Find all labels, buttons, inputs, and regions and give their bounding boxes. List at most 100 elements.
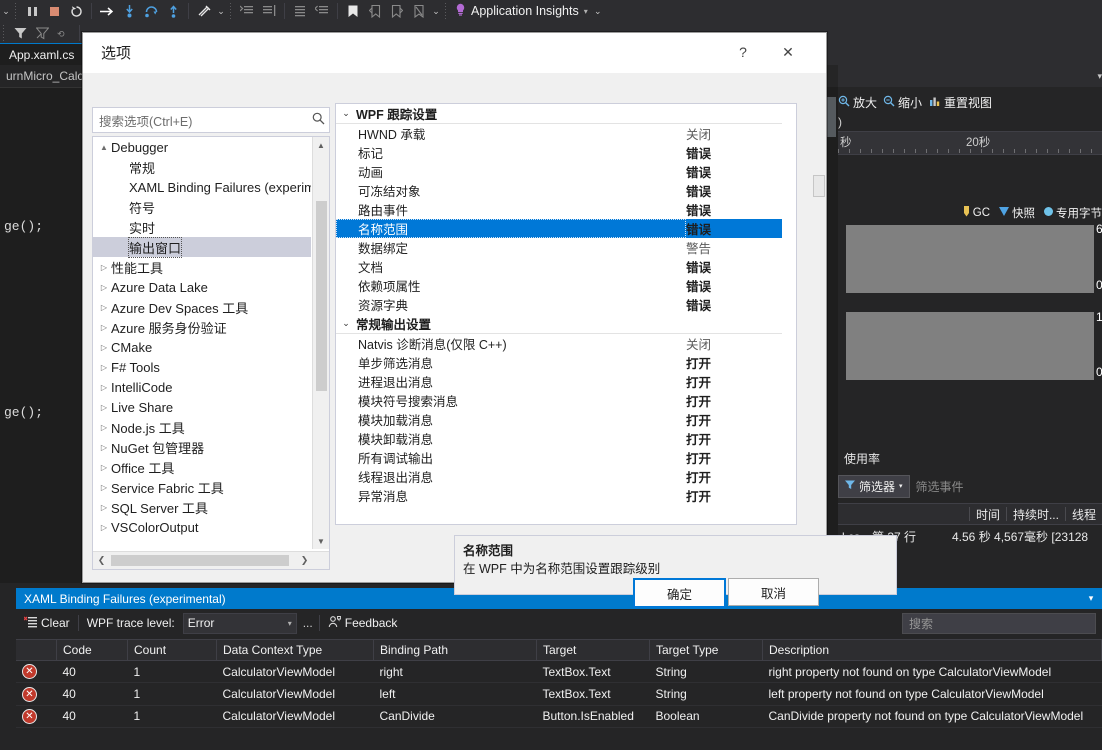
- tree-item[interactable]: ▷ IntelliCode: [93, 377, 311, 397]
- expand-arrow-closed-icon[interactable]: ▷: [97, 483, 111, 492]
- option-value[interactable]: 关闭: [686, 334, 796, 353]
- column-target-type[interactable]: Target Type: [649, 639, 763, 661]
- dialog-splitter-handle[interactable]: [813, 175, 825, 197]
- restart-icon[interactable]: [65, 1, 87, 21]
- expand-arrow-closed-icon[interactable]: ▷: [97, 383, 111, 392]
- column-data-context-type[interactable]: Data Context Type: [216, 639, 374, 661]
- chevron-down-icon[interactable]: ⌄: [336, 108, 356, 119]
- scrollbar-thumb[interactable]: [111, 555, 289, 566]
- toolbar-overflow-icon[interactable]: ⌄: [430, 6, 442, 17]
- expand-arrow-closed-icon[interactable]: ▷: [97, 323, 111, 332]
- toolbar-grip[interactable]: [229, 3, 234, 19]
- zoom-out-button[interactable]: 缩小: [883, 94, 922, 111]
- toolbar-grip[interactable]: [444, 3, 449, 19]
- option-value[interactable]: 错误: [686, 276, 796, 295]
- output-window-options-pane[interactable]: ⌄ WPF 跟踪设置 HWND 承载 关闭 标记 错误 动画 错误 可冻结对象 错误 路由事件 错误名…: [335, 103, 797, 525]
- zoom-in-button[interactable]: 放大: [838, 94, 877, 111]
- option-value[interactable]: 打开: [686, 391, 796, 410]
- cpu-graph[interactable]: [846, 312, 1094, 380]
- expand-arrow-closed-icon[interactable]: ▷: [97, 343, 111, 352]
- option-row[interactable]: 单步筛选消息 打开: [336, 353, 796, 372]
- decrease-indent-icon[interactable]: [311, 1, 333, 21]
- option-value[interactable]: 关闭: [686, 124, 796, 143]
- filter-events-input[interactable]: 筛选事件: [916, 478, 1102, 495]
- tree-item[interactable]: ▷ Azure 服务身份验证: [93, 317, 311, 337]
- column-code[interactable]: Code: [56, 639, 128, 661]
- tree-item[interactable]: ▲ Debugger: [93, 137, 311, 157]
- filter-icon[interactable]: [9, 23, 31, 43]
- column-binding-path[interactable]: Binding Path: [373, 639, 537, 661]
- option-value[interactable]: 错误: [686, 200, 796, 219]
- tree-item[interactable]: 常规: [93, 157, 311, 177]
- bookmark-icon[interactable]: [342, 1, 364, 21]
- options-search-input[interactable]: 搜索选项(Ctrl+E): [93, 111, 307, 130]
- filter-button[interactable]: 筛选器 ▾: [838, 474, 910, 498]
- option-row[interactable]: 模块加载消息 打开: [336, 410, 796, 429]
- option-row[interactable]: 异常消息 打开: [336, 486, 796, 505]
- option-row[interactable]: 模块符号搜索消息 打开: [336, 391, 796, 410]
- options-group-header[interactable]: ⌄ WPF 跟踪设置: [336, 104, 796, 124]
- option-value[interactable]: 打开: [686, 410, 796, 429]
- tree-item[interactable]: ▷ SQL Server 工具: [93, 497, 311, 517]
- option-value[interactable]: 错误: [686, 143, 796, 162]
- clear-bookmarks-icon[interactable]: [408, 1, 430, 21]
- option-value[interactable]: 错误: [686, 219, 796, 238]
- tree-item[interactable]: ▷ Node.js 工具: [93, 417, 311, 437]
- expand-arrow-closed-icon[interactable]: ▷: [97, 263, 111, 272]
- options-search-box[interactable]: 搜索选项(Ctrl+E): [92, 107, 330, 133]
- tree-item[interactable]: ▷ Office 工具: [93, 457, 311, 477]
- stop-icon[interactable]: [43, 1, 65, 21]
- toolbar-overflow-icon[interactable]: ⌄: [0, 6, 12, 17]
- expand-arrow-closed-icon[interactable]: ▷: [97, 423, 111, 432]
- scroll-down-icon[interactable]: ▼: [313, 533, 329, 549]
- expand-arrow-closed-icon[interactable]: ▷: [97, 463, 111, 472]
- events-column-time[interactable]: 时间: [968, 507, 1006, 522]
- prev-bookmark-icon[interactable]: [364, 1, 386, 21]
- option-row[interactable]: 依赖项属性 错误: [336, 276, 796, 295]
- option-value[interactable]: 打开: [686, 429, 796, 448]
- scroll-up-icon[interactable]: ▲: [313, 137, 329, 153]
- chevron-down-icon[interactable]: ▾: [899, 482, 903, 490]
- toolbar-grip[interactable]: [14, 3, 19, 19]
- option-row[interactable]: 数据绑定 警告: [336, 238, 796, 257]
- column-icon[interactable]: [16, 639, 57, 661]
- column-target[interactable]: Target: [536, 639, 650, 661]
- memory-graph[interactable]: [846, 225, 1094, 293]
- panel-search-input[interactable]: 搜索: [902, 613, 1096, 634]
- option-value[interactable]: 打开: [686, 353, 796, 372]
- tree-item[interactable]: ▷ Azure Dev Spaces 工具: [93, 297, 311, 317]
- option-row[interactable]: 所有调试输出 打开: [336, 448, 796, 467]
- step-into-icon[interactable]: [118, 1, 140, 21]
- show-next-statement-icon[interactable]: [193, 1, 215, 21]
- option-row[interactable]: 线程退出消息 打开: [336, 467, 796, 486]
- option-row[interactable]: 路由事件 错误: [336, 200, 796, 219]
- option-row[interactable]: 动画 错误: [336, 162, 796, 181]
- expand-arrow-open-icon[interactable]: ▲: [97, 143, 111, 152]
- cancel-button[interactable]: 取消: [728, 578, 819, 606]
- expand-arrow-closed-icon[interactable]: ▷: [97, 303, 111, 312]
- tree-item[interactable]: 符号: [93, 197, 311, 217]
- ok-button[interactable]: 确定: [633, 578, 726, 608]
- option-value[interactable]: 打开: [686, 372, 796, 391]
- tree-item[interactable]: ▷ F# Tools: [93, 357, 311, 377]
- clear-filter-icon[interactable]: [31, 23, 53, 43]
- column-description[interactable]: Description: [762, 639, 1102, 661]
- option-value[interactable]: 错误: [686, 181, 796, 200]
- tree-item[interactable]: ▷ Azure Data Lake: [93, 277, 311, 297]
- option-value[interactable]: 错误: [686, 295, 796, 314]
- pause-icon[interactable]: [21, 1, 43, 21]
- expand-arrow-closed-icon[interactable]: ▷: [97, 363, 111, 372]
- chevron-down-icon[interactable]: ▾: [1080, 588, 1102, 609]
- tree-item[interactable]: 实时: [93, 217, 311, 237]
- scroll-right-icon[interactable]: ❯: [296, 552, 313, 568]
- option-value[interactable]: 打开: [686, 467, 796, 486]
- option-row[interactable]: 名称范围 错误: [336, 219, 796, 238]
- tree-vertical-scrollbar[interactable]: ▲ ▼: [312, 137, 329, 549]
- option-row[interactable]: 进程退出消息 打开: [336, 372, 796, 391]
- expand-arrow-closed-icon[interactable]: ▷: [97, 283, 111, 292]
- expand-arrow-closed-icon[interactable]: ▷: [97, 503, 111, 512]
- option-row[interactable]: HWND 承载 关闭: [336, 124, 796, 143]
- options-category-tree[interactable]: ▲ Debugger 常规 XAML Binding Failures (experi…: [92, 136, 330, 570]
- chevron-down-icon[interactable]: ⌄: [336, 318, 356, 329]
- document-tab-app-xaml-cs[interactable]: App.xaml.cs: [0, 43, 85, 65]
